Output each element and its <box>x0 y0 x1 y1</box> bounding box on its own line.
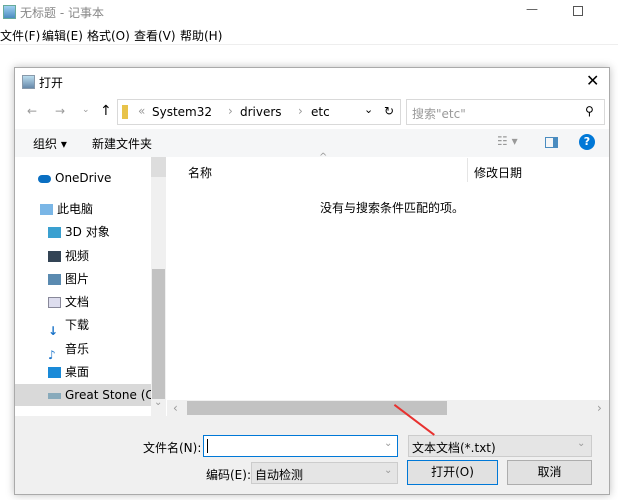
encoding-label: 编码(E): <box>206 468 251 482</box>
cloud-icon <box>38 174 51 183</box>
menu-file[interactable]: 文件(F) <box>0 27 40 44</box>
address-bar[interactable]: « System32 › drivers › etc ⌄ ↻ <box>117 99 401 125</box>
notepad-icon <box>3 5 16 19</box>
open-button[interactable]: 打开(O) <box>407 460 498 485</box>
nav-downloads[interactable]: ↓ 下载 <box>15 314 151 338</box>
nav-documents[interactable]: 文档 <box>15 291 151 313</box>
menu-edit[interactable]: 编辑(E) <box>42 27 83 44</box>
music-icon: ♪ <box>48 348 56 362</box>
toolbar: 组织 ▾ 新建文件夹 ☷ ▾ ? <box>15 129 609 157</box>
column-name[interactable]: 名称 <box>188 164 212 181</box>
column-separator[interactable] <box>467 158 468 182</box>
horizontal-scrollbar[interactable]: ‹ › <box>167 400 609 416</box>
close-icon[interactable]: ✕ <box>586 71 599 90</box>
breadcrumb-system32[interactable]: System32 <box>152 105 212 119</box>
address-dropdown-icon[interactable]: ⌄ <box>364 103 373 116</box>
nav-this-pc[interactable]: 此电脑 <box>15 198 151 220</box>
forward-button[interactable]: → <box>55 104 65 118</box>
nav-scroll-thumb <box>152 269 165 399</box>
search-box[interactable]: 搜索"etc" ⚲ <box>406 99 605 125</box>
picture-icon <box>48 274 61 285</box>
drive-icon <box>48 392 61 399</box>
preview-pane-icon[interactable] <box>545 137 558 148</box>
encoding-select[interactable]: 自动检测 ⌄ <box>251 462 398 484</box>
maximize-button[interactable] <box>573 6 583 16</box>
up-button[interactable]: ↑ <box>100 103 112 119</box>
video-icon <box>48 251 61 262</box>
menu-view[interactable]: 查看(V) <box>134 27 176 44</box>
nav-videos[interactable]: 视频 <box>15 245 151 267</box>
filetype-select[interactable]: 文本文档(*.txt) ⌄ <box>408 435 592 457</box>
filename-label: 文件名(N): <box>143 441 202 455</box>
search-icon: ⚲ <box>585 104 594 118</box>
recent-dropdown[interactable]: ⌄ <box>82 105 90 115</box>
nav-drive-c[interactable]: Great Stone (C:) <box>15 384 162 406</box>
new-folder-button[interactable]: 新建文件夹 <box>92 135 152 152</box>
empty-message: 没有与搜索条件匹配的项。 <box>320 201 465 215</box>
notepad-menu: 文件(F) 编辑(E) 格式(O) 查看(V) 帮助(H) <box>0 27 618 45</box>
breadcrumb-etc[interactable]: etc <box>311 105 330 119</box>
organize-button[interactable]: 组织 ▾ <box>33 135 67 152</box>
sort-indicator: ^ <box>319 152 328 163</box>
refresh-icon[interactable]: ↻ <box>384 104 394 118</box>
nav-desktop[interactable]: 桌面 <box>15 361 151 383</box>
desktop-icon <box>48 367 61 378</box>
cube-icon <box>48 227 61 238</box>
filename-input[interactable]: ⌄ <box>203 435 398 457</box>
computer-icon <box>40 204 53 215</box>
help-icon[interactable]: ? <box>579 134 595 150</box>
view-options-icon[interactable]: ☷ ▾ <box>497 134 518 148</box>
menu-help[interactable]: 帮助(H) <box>180 27 222 44</box>
download-icon: ↓ <box>48 324 59 338</box>
nav-music[interactable]: ♪ 音乐 <box>15 338 151 362</box>
open-dialog: 打开 ✕ ← → ⌄ ↑ « System32 › drivers › etc … <box>14 67 610 495</box>
nav-pictures[interactable]: 图片 <box>15 268 151 290</box>
nav-3d-objects[interactable]: 3D 对象 <box>15 221 151 243</box>
dialog-title: 打开 <box>39 76 64 90</box>
nav-onedrive[interactable]: OneDrive <box>15 167 151 189</box>
dialog-icon <box>22 75 35 89</box>
navigation-pane: OneDrive 此电脑 3D 对象 视频 图片 文档 ↓ 下载 ♪ 音乐 桌面 G… <box>15 157 166 416</box>
back-button[interactable]: ← <box>27 104 37 118</box>
cancel-button[interactable]: 取消 <box>507 460 592 485</box>
nav-scrollbar[interactable]: ⌄ <box>151 157 166 416</box>
minimize-button[interactable]: — <box>526 2 538 16</box>
document-icon <box>48 297 61 308</box>
breadcrumb-drivers[interactable]: drivers <box>240 105 282 119</box>
menu-format[interactable]: 格式(O) <box>87 27 130 44</box>
column-modified[interactable]: 修改日期 <box>474 164 522 181</box>
folder-icon <box>122 105 128 119</box>
notepad-title: 无标题 - 记事本 <box>20 6 104 20</box>
